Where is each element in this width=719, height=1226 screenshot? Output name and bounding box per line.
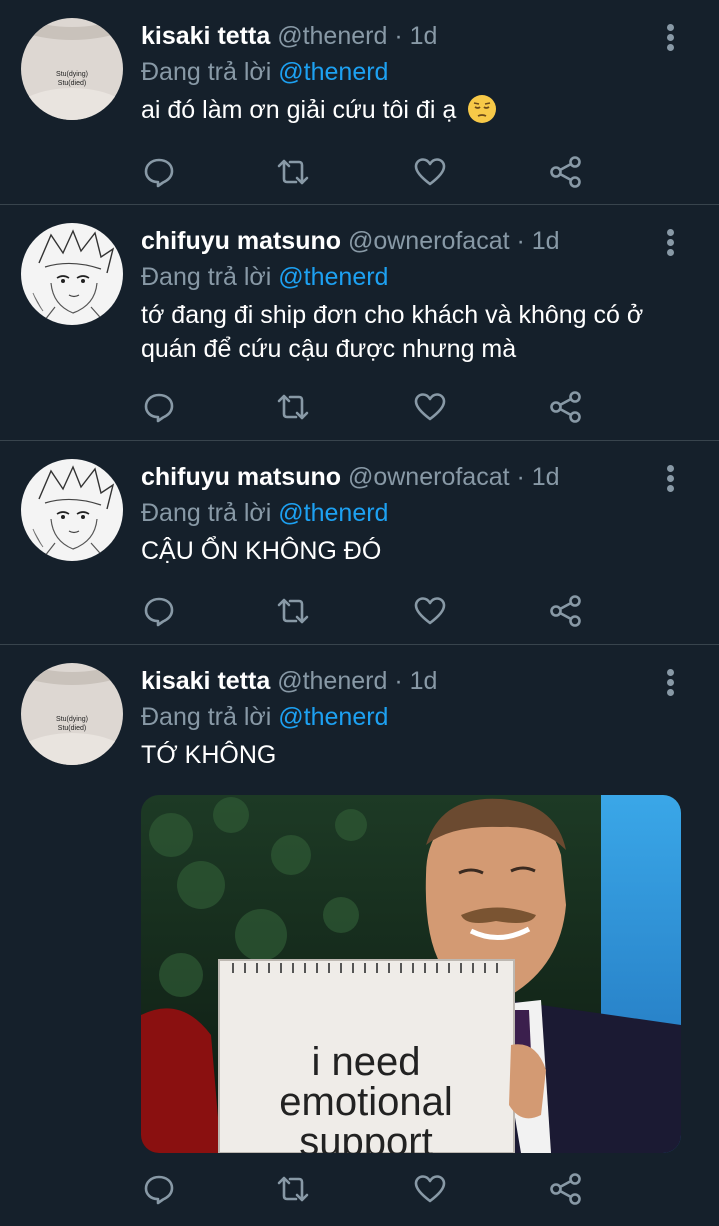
tweet-media-image[interactable]: i need emotional support: [141, 795, 681, 1153]
avatar[interactable]: [21, 459, 123, 561]
tweet-2[interactable]: chifuyu matsuno @ownerofacat · 1d Đang t…: [0, 205, 719, 441]
like-icon[interactable]: [412, 593, 448, 629]
timestamp[interactable]: 1d: [410, 22, 438, 50]
mention-link[interactable]: @thenerd: [278, 263, 388, 291]
more-options-icon[interactable]: [667, 229, 675, 257]
author-name[interactable]: kisaki tetta: [141, 22, 270, 50]
reply-icon[interactable]: [141, 154, 177, 190]
timestamp[interactable]: 1d: [532, 227, 560, 255]
reply-prefix: Đang trả lời: [141, 263, 272, 291]
meme-photo: i need emotional support: [141, 795, 681, 1153]
like-icon[interactable]: [412, 154, 448, 190]
more-options-icon[interactable]: [667, 24, 675, 52]
replying-to: Đang trả lời @thenerd: [141, 699, 679, 735]
share-icon[interactable]: [548, 154, 584, 190]
avatar-shirt-image: Stu(dying) Stu(died): [21, 18, 123, 120]
separator: ·: [394, 22, 403, 50]
tweet-text: CẬU ỔN KHÔNG ĐÓ: [141, 537, 382, 565]
retweet-icon[interactable]: [275, 154, 311, 190]
tweet-actions: [141, 593, 591, 629]
avatar-manga-image: [21, 459, 123, 561]
separator: ·: [394, 667, 403, 695]
svg-text:emotional: emotional: [279, 1080, 452, 1124]
avatar[interactable]: [21, 223, 123, 325]
reply-icon[interactable]: [141, 593, 177, 629]
svg-text:support: support: [299, 1120, 432, 1153]
author-name[interactable]: chifuyu matsuno: [141, 463, 341, 491]
retweet-icon[interactable]: [275, 1171, 311, 1207]
avatar-manga-image: [21, 223, 123, 325]
author-handle[interactable]: @thenerd: [277, 667, 387, 695]
tweet-3[interactable]: chifuyu matsuno @ownerofacat · 1d Đang t…: [0, 441, 719, 645]
tweet-text: tớ đang đi ship đơn cho khách và không c…: [141, 301, 644, 363]
svg-text:i need: i need: [312, 1040, 421, 1084]
svg-text:Stu(dying): Stu(dying): [56, 716, 88, 723]
reply-icon[interactable]: [141, 389, 177, 425]
author-name[interactable]: kisaki tetta: [141, 667, 270, 695]
author-handle[interactable]: @ownerofacat: [348, 227, 510, 255]
more-options-icon[interactable]: [667, 465, 675, 493]
avatar[interactable]: Stu(dying) Stu(died): [21, 663, 123, 765]
tweet-actions: [141, 154, 591, 190]
tweet-1[interactable]: Stu(dying) Stu(died) kisaki tetta @thene…: [0, 0, 719, 205]
tweet-4[interactable]: Stu(dying) Stu(died) kisaki tetta @thene…: [0, 645, 719, 1223]
retweet-icon[interactable]: [275, 593, 311, 629]
replying-to: Đang trả lời @thenerd: [141, 54, 679, 90]
share-icon[interactable]: [548, 593, 584, 629]
tweet-actions: [141, 389, 591, 425]
svg-text:Stu(dying): Stu(dying): [56, 71, 88, 78]
avatar[interactable]: Stu(dying) Stu(died): [21, 18, 123, 120]
pensive-face-icon: [468, 95, 497, 123]
tweet-actions: [141, 1171, 591, 1207]
reply-icon[interactable]: [141, 1171, 177, 1207]
reply-prefix: Đang trả lời: [141, 58, 272, 86]
author-name[interactable]: chifuyu matsuno: [141, 227, 341, 255]
author-handle[interactable]: @thenerd: [277, 22, 387, 50]
author-handle[interactable]: @ownerofacat: [348, 463, 510, 491]
mention-link[interactable]: @thenerd: [278, 58, 388, 86]
svg-text:Stu(died): Stu(died): [58, 80, 86, 87]
reply-prefix: Đang trả lời: [141, 499, 272, 527]
timestamp[interactable]: 1d: [532, 463, 560, 491]
mention-link[interactable]: @thenerd: [278, 499, 388, 527]
like-icon[interactable]: [412, 389, 448, 425]
replying-to: Đang trả lời @thenerd: [141, 259, 679, 295]
retweet-icon[interactable]: [275, 389, 311, 425]
replying-to: Đang trả lời @thenerd: [141, 495, 679, 531]
separator: ·: [516, 227, 525, 255]
separator: ·: [516, 463, 525, 491]
share-icon[interactable]: [548, 1171, 584, 1207]
tweet-text-content: ai đó làm ơn giải cứu tôi đi ạ: [141, 96, 457, 124]
more-options-icon[interactable]: [667, 669, 675, 697]
svg-text:Stu(died): Stu(died): [58, 725, 86, 732]
mention-link[interactable]: @thenerd: [278, 703, 388, 731]
tweet-text: ai đó làm ơn giải cứu tôi đi ạ: [141, 93, 679, 127]
share-icon[interactable]: [548, 389, 584, 425]
reply-prefix: Đang trả lời: [141, 703, 272, 731]
timestamp[interactable]: 1d: [410, 667, 438, 695]
like-icon[interactable]: [412, 1171, 448, 1207]
tweet-text: TỚ KHÔNG: [141, 741, 277, 769]
avatar-shirt-image: Stu(dying) Stu(died): [21, 663, 123, 765]
